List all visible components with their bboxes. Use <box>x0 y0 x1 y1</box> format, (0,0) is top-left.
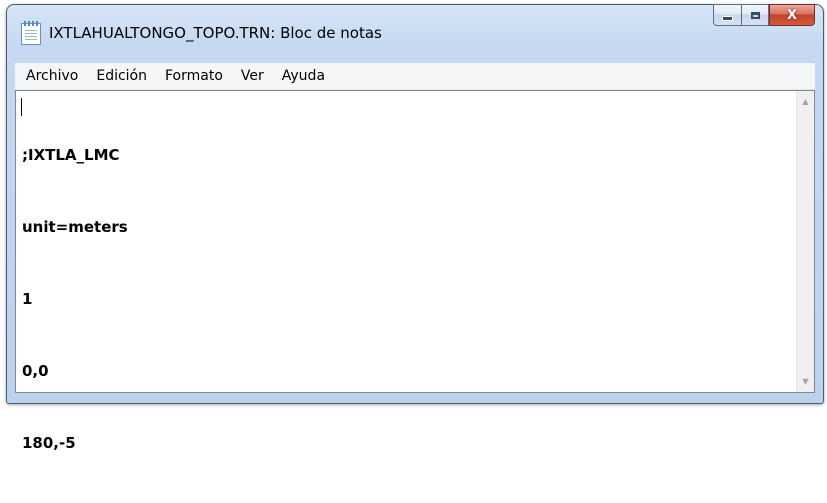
maximize-button[interactable] <box>741 4 769 26</box>
scroll-down-icon[interactable]: ▼ <box>797 373 814 390</box>
text-line: 180,-5 <box>22 434 76 452</box>
text-line: 1 <box>22 290 33 308</box>
text-line: unit=meters <box>22 218 128 236</box>
minimize-icon <box>722 16 733 21</box>
text-line: 0,0 <box>22 362 49 380</box>
menu-ayuda[interactable]: Ayuda <box>274 65 333 87</box>
menu-ver[interactable]: Ver <box>233 65 272 87</box>
menu-archivo[interactable]: Archivo <box>18 65 86 87</box>
menu-edicion[interactable]: Edición <box>88 65 155 87</box>
maximize-icon <box>750 11 760 19</box>
scroll-up-icon[interactable]: ▲ <box>797 93 814 110</box>
notepad-icon[interactable] <box>21 21 41 45</box>
caption-buttons: X <box>713 4 815 26</box>
close-button[interactable]: X <box>769 4 815 26</box>
window-title: IXTLAHUALTONGO_TOPO.TRN: Bloc de notas <box>49 24 382 42</box>
text-content[interactable]: ;IXTLA_LMC unit=meters 1 0,0 180,-5 <box>22 95 794 452</box>
title-bar[interactable]: IXTLAHUALTONGO_TOPO.TRN: Bloc de notas X <box>7 4 823 63</box>
menu-bar: Archivo Edición Formato Ver Ayuda <box>15 63 815 90</box>
minimize-button[interactable] <box>713 4 741 26</box>
notepad-window: IXTLAHUALTONGO_TOPO.TRN: Bloc de notas X… <box>6 4 824 452</box>
text-line: ;IXTLA_LMC <box>22 146 120 164</box>
vertical-scrollbar[interactable]: ▲ ▼ <box>796 91 814 392</box>
close-icon: X <box>786 7 798 23</box>
menu-formato[interactable]: Formato <box>157 65 231 87</box>
text-editor[interactable]: ;IXTLA_LMC unit=meters 1 0,0 180,-5 ▲ ▼ <box>15 90 815 452</box>
